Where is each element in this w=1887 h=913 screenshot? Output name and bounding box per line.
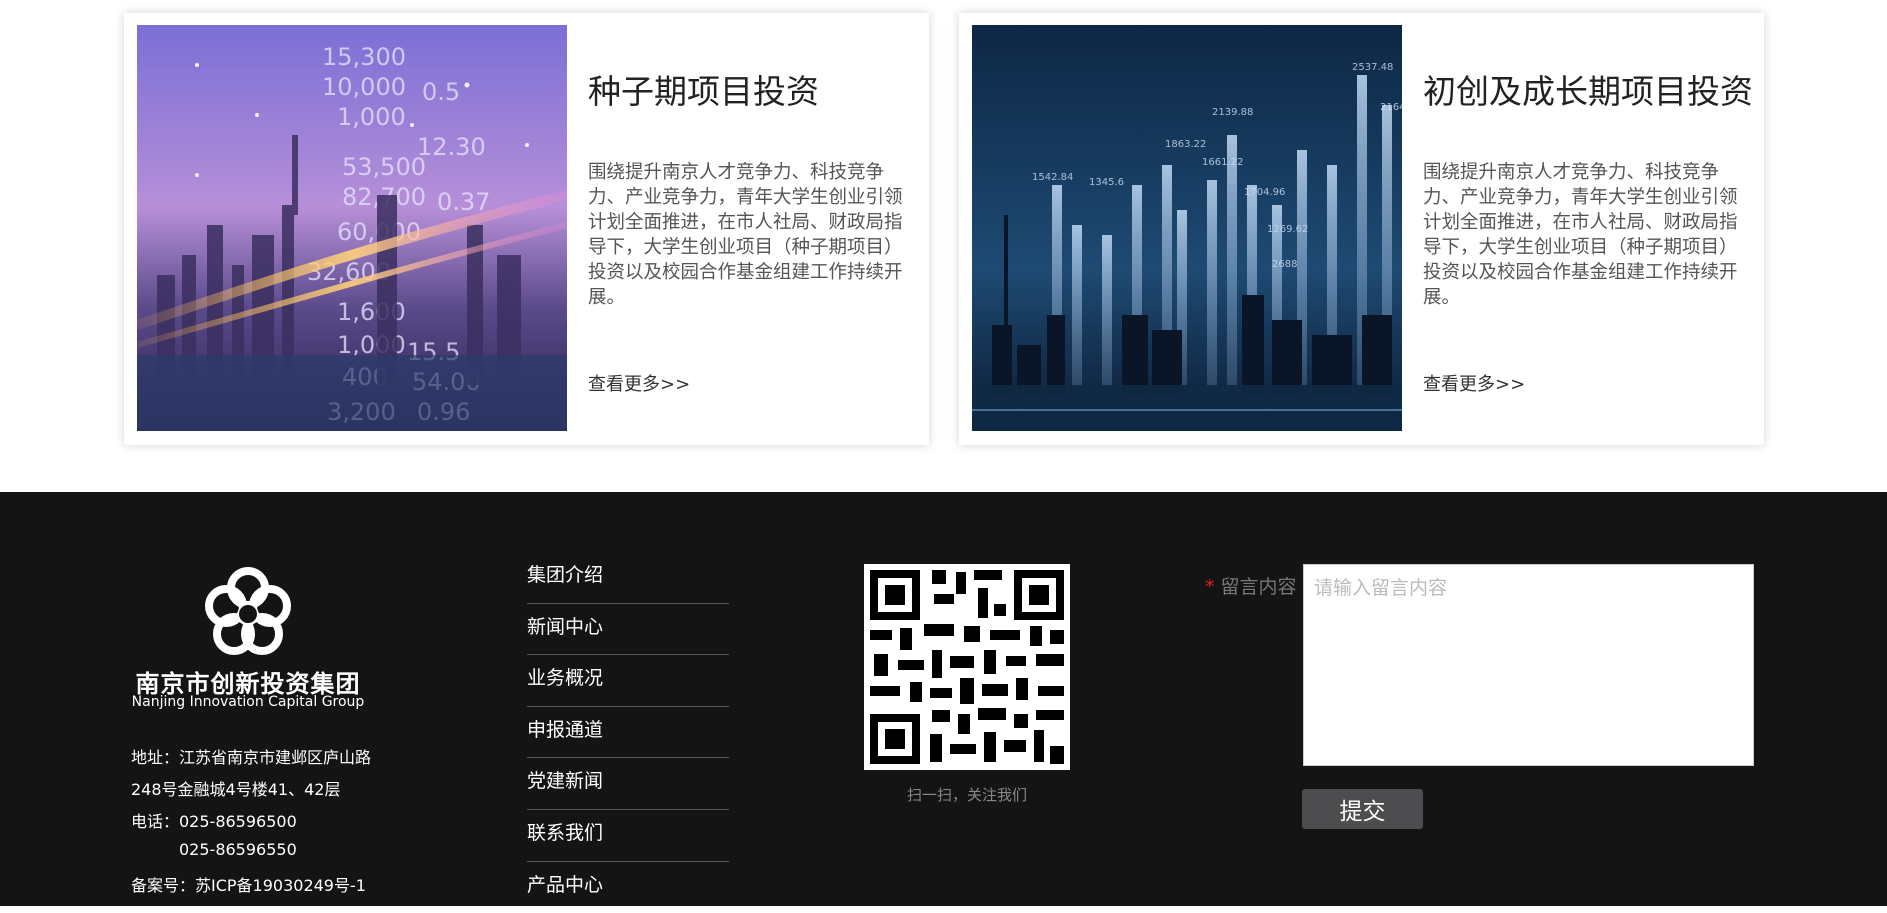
- footer-nav: 集团介绍 新闻中心 业务概况 申报通道 党建新闻 联系我们 产品中心: [527, 552, 729, 913]
- submit-button[interactable]: 提交: [1302, 789, 1423, 829]
- svg-text:1,000: 1,000: [337, 103, 406, 131]
- view-more-link[interactable]: 查看更多>>: [588, 370, 690, 396]
- svg-text:1345.6: 1345.6: [1089, 177, 1124, 188]
- flower-logo-icon: [205, 567, 291, 655]
- card-description: 围绕提升南京人才竞争力、科技竞争力、产业竞争力，青年大学生创业引领计划全面推进，…: [1423, 162, 1738, 308]
- footer-nav-item-business[interactable]: 业务概况: [527, 655, 729, 707]
- footer-nav-item-products[interactable]: 产品中心: [527, 862, 729, 913]
- svg-text:2537.48: 2537.48: [1352, 62, 1393, 73]
- seed-investment-card: 15,300 10,000 1,000 53,500 82,700 60,000…: [124, 13, 929, 445]
- card-description: 围绕提升南京人才竞争力、科技竞争力、产业竞争力，青年大学生创业引领计划全面推进，…: [588, 162, 903, 308]
- logo-name-en: Nanjing Innovation Capital Group: [131, 694, 365, 710]
- phone-line: 025-86596550: [179, 840, 297, 859]
- message-label-text: 留言内容: [1220, 576, 1297, 598]
- svg-text:2164: 2164: [1380, 102, 1402, 113]
- svg-text:53,500: 53,500: [342, 153, 426, 181]
- svg-text:1704.96: 1704.96: [1244, 187, 1285, 198]
- footer-nav-item-news[interactable]: 新闻中心: [527, 604, 729, 656]
- svg-text:15,300: 15,300: [322, 43, 406, 71]
- company-logo: 南京市创新投资集团 Nanjing Innovation Capital Gro…: [131, 564, 365, 714]
- footer: 南京市创新投资集团 Nanjing Innovation Capital Gro…: [0, 492, 1887, 906]
- message-input[interactable]: [1303, 564, 1754, 766]
- qr-code-icon: [864, 564, 1070, 770]
- svg-text:1269.62: 1269.62: [1267, 224, 1308, 235]
- investment-section: 15,300 10,000 1,000 53,500 82,700 60,000…: [0, 0, 1887, 492]
- svg-text:12.30: 12.30: [417, 133, 486, 161]
- qr-caption: 扫一扫，关注我们: [906, 786, 1027, 804]
- svg-text:1542.84: 1542.84: [1032, 172, 1073, 183]
- svg-text:10,000: 10,000: [322, 73, 406, 101]
- svg-text:1661.22: 1661.22: [1202, 157, 1243, 168]
- icp-record: 备案号：苏ICP备19030249号-1: [131, 876, 366, 895]
- svg-text:1863.22: 1863.22: [1165, 139, 1206, 150]
- required-mark: *: [1205, 576, 1215, 598]
- svg-text:0.5: 0.5: [422, 78, 460, 106]
- view-more-link[interactable]: 查看更多>>: [1423, 370, 1525, 396]
- footer-nav-item-group-intro[interactable]: 集团介绍: [527, 552, 729, 604]
- footer-nav-item-application[interactable]: 申报通道: [527, 707, 729, 759]
- footer-nav-item-party-news[interactable]: 党建新闻: [527, 758, 729, 810]
- city-bar-chart-image: 1542.84 1345.6 1863.22 2139.88 1661.22 1…: [972, 25, 1402, 431]
- startup-investment-card: 1542.84 1345.6 1863.22 2139.88 1661.22 1…: [959, 13, 1764, 445]
- address-line: 248号金融城4号楼41、42层: [131, 780, 341, 799]
- card-title: 种子期项目投资: [588, 72, 819, 111]
- svg-text:2139.88: 2139.88: [1212, 107, 1253, 118]
- city-finance-image: 15,300 10,000 1,000 53,500 82,700 60,000…: [137, 25, 567, 431]
- address-line: 地址：江苏省南京市建邺区庐山路: [131, 748, 372, 767]
- footer-nav-item-contact[interactable]: 联系我们: [527, 810, 729, 862]
- phone-line: 电话：025-86596500: [131, 812, 297, 831]
- message-label: * 留言内容: [1205, 572, 1297, 599]
- svg-text:2688: 2688: [1272, 259, 1297, 270]
- card-title: 初创及成长期项目投资: [1423, 72, 1753, 111]
- svg-text:0.37: 0.37: [437, 188, 490, 216]
